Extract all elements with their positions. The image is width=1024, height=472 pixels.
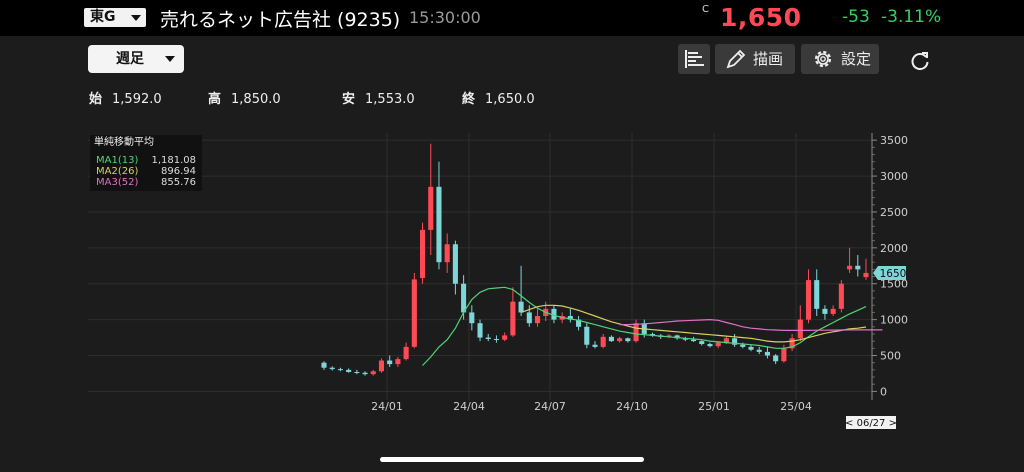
legend-item: MA3(52) 855.76 [94, 177, 198, 188]
candle-body [469, 312, 475, 324]
y-tick-label: 3500 [880, 134, 908, 147]
legend-title: 単純移動平均 [94, 137, 154, 148]
candle-body [436, 186, 442, 263]
home-indicator [380, 457, 644, 462]
candle-body [510, 301, 516, 336]
candle-body [461, 283, 467, 313]
candle-body [329, 367, 335, 370]
y-tick-label: 500 [880, 350, 901, 363]
last-price-label: 1650 [880, 268, 907, 280]
candle-body [395, 359, 401, 365]
candle-body [493, 338, 500, 340]
candle-body [617, 338, 623, 342]
y-tick-label: 0 [880, 385, 887, 398]
x-tick-label: 24/04 [453, 400, 485, 413]
x-tick-label: 25/01 [698, 400, 730, 413]
candle-body [830, 308, 836, 314]
candle-body [822, 308, 828, 314]
candle-body [748, 346, 754, 350]
candle-body [740, 344, 746, 347]
candle-body [411, 279, 417, 347]
candle-body [600, 336, 606, 347]
ma2-line [520, 304, 867, 343]
candle-body [781, 348, 787, 362]
legend-item-value: 855.76 [161, 177, 196, 188]
candle-body [699, 341, 705, 345]
candle-body [419, 229, 426, 278]
candle-body [534, 316, 541, 324]
candle-body [715, 342, 721, 347]
candle-body [592, 344, 598, 347]
legend-item: MA1(13) 1,181.08 [94, 155, 198, 166]
candle-body [764, 351, 771, 356]
candle-body [756, 349, 762, 352]
candle-body [707, 344, 713, 347]
candle-body [584, 326, 590, 345]
candle-body [354, 372, 360, 374]
candle-body [608, 336, 614, 342]
legend-item: MA2(26) 896.94 [94, 166, 198, 177]
candle-body [855, 265, 861, 270]
candle-body [797, 319, 803, 339]
candle-body [485, 337, 491, 339]
y-tick-label: 1000 [880, 314, 908, 327]
candle-body [444, 244, 450, 263]
x-tick-label: 24/01 [371, 400, 403, 413]
date-tag-label: < 06/27 > [845, 418, 897, 429]
candle-body [625, 338, 631, 342]
legend-item-name: MA3(52) [96, 177, 139, 188]
candle-body [452, 244, 458, 284]
candle-body [518, 301, 524, 313]
candle-body [362, 372, 368, 375]
ma3-line [619, 318, 883, 331]
candle-body [838, 283, 844, 309]
candle-body [633, 323, 639, 342]
x-tick-label: 25/04 [780, 400, 812, 413]
candle-body [387, 360, 393, 365]
candle-body [370, 371, 376, 375]
candle-body [346, 369, 352, 373]
candle-body [847, 265, 853, 270]
y-tick-label: 2500 [880, 206, 908, 219]
moving-average-legend: 単純移動平均 MA1(13) 1,181.08 MA2(26) 896.94 M… [90, 135, 202, 191]
candle-body [805, 280, 812, 320]
candle-body [502, 335, 508, 340]
candle-body [321, 362, 327, 368]
x-tick-label: 24/07 [534, 400, 566, 413]
candle-body [337, 369, 343, 371]
candle-body [773, 355, 779, 362]
candle-body [428, 186, 434, 230]
candle-body [526, 312, 532, 324]
candle-body [863, 272, 869, 278]
y-tick-label: 3000 [880, 170, 908, 183]
candle-body [403, 346, 409, 360]
y-tick-label: 2000 [880, 242, 908, 255]
candlestick-chart[interactable]: 050010001500200025003000350024/01 24/04 24… [0, 0, 1024, 472]
x-tick-label: 24/10 [616, 400, 648, 413]
candle-body [477, 323, 483, 338]
candle-body [690, 339, 697, 342]
candle-body [814, 280, 820, 309]
candle-body [378, 360, 385, 372]
